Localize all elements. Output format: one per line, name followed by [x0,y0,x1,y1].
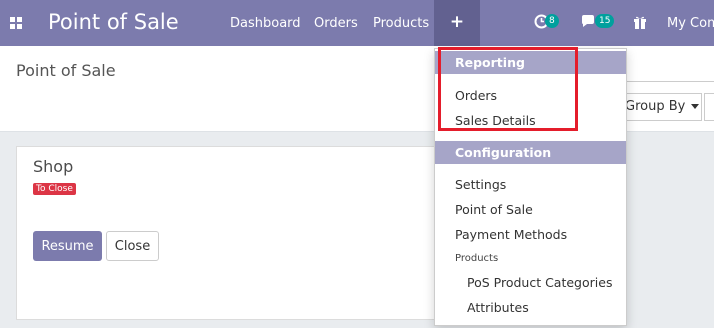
menu-item-settings[interactable]: Settings [455,177,506,192]
messages-badge: 15 [595,14,615,28]
activity-badge: 8 [545,14,559,28]
resume-button[interactable]: Resume [33,231,102,261]
menu-item-attributes[interactable]: Attributes [467,300,529,315]
menu-item-point-of-sale[interactable]: Point of Sale [455,202,533,217]
nav-orders[interactable]: Orders [314,16,358,31]
products-subheader: Products [455,253,499,264]
caret-down-icon [691,104,700,109]
group-by-button[interactable]: Group By [618,93,702,121]
favorites-button[interactable] [704,93,714,121]
search-input[interactable] [626,58,714,82]
gift-icon[interactable] [633,15,647,29]
highlight-box [438,47,578,131]
company-switcher[interactable]: My Com [667,16,714,31]
plus-icon: + [449,12,465,32]
more-menu-button[interactable]: + [434,0,480,46]
close-session-button[interactable]: Close [106,231,159,261]
shop-name: Shop [33,157,74,176]
breadcrumb: Point of Sale [16,61,116,80]
apps-menu-icon[interactable] [10,17,23,30]
menu-item-payment-methods[interactable]: Payment Methods [455,227,567,242]
app-brand[interactable]: Point of Sale [48,10,179,34]
nav-dashboard[interactable]: Dashboard [230,16,301,31]
top-navbar: Point of Sale Dashboard Orders Products … [0,0,714,46]
configuration-header: Configuration [435,141,626,164]
shop-card: Shop To Close Resume Close [16,146,476,320]
status-badge: To Close [33,183,76,195]
group-by-label: Group By [625,99,686,114]
menu-item-pos-product-categories[interactable]: PoS Product Categories [467,275,612,290]
nav-products[interactable]: Products [373,16,429,31]
